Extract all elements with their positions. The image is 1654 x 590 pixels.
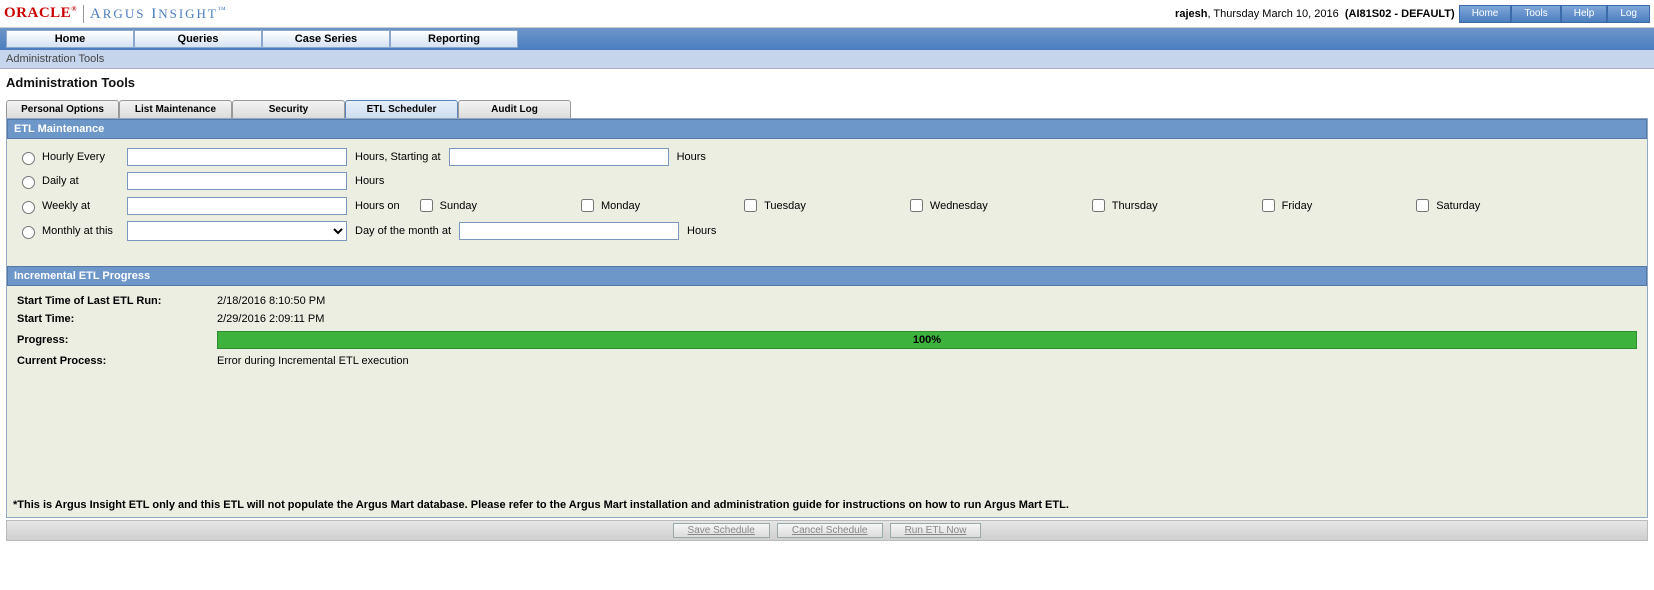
monthly-hours-input[interactable]: [459, 222, 679, 240]
top-log-button[interactable]: Log: [1607, 5, 1650, 23]
nav-queries[interactable]: Queries: [134, 30, 262, 48]
oracle-logo: ORACLE®: [4, 5, 77, 22]
run-etl-button[interactable]: Run ETL Now: [890, 523, 982, 538]
etl-note: *This is Argus Insight ETL only and this…: [13, 499, 1641, 511]
header-right: rajesh, Thursday March 10, 2016 (AI81S02…: [1175, 5, 1650, 23]
hourly-radio-label[interactable]: Hourly Every: [17, 149, 127, 165]
weekly-row: Weekly at Hours on Sunday Monday Tuesday…: [7, 193, 1647, 218]
chk-thursday[interactable]: Thursday: [1088, 196, 1158, 215]
page-title: Administration Tools: [0, 69, 1654, 100]
logo-divider: [83, 5, 84, 23]
tab-security[interactable]: Security: [232, 100, 345, 118]
monthly-radio-label[interactable]: Monthly at this: [17, 223, 127, 239]
hourly-end-label: Hours: [677, 151, 706, 163]
cancel-schedule-button[interactable]: Cancel Schedule: [777, 523, 883, 538]
etl-maint-header: ETL Maintenance: [7, 119, 1647, 139]
monthly-end-label: Hours: [687, 225, 716, 237]
monthly-day-select[interactable]: [127, 221, 347, 241]
daily-input[interactable]: [127, 172, 347, 190]
monthly-radio[interactable]: [22, 226, 35, 239]
chk-sunday[interactable]: Sunday: [416, 196, 477, 215]
start-time-value: 2/29/2016 2:09:11 PM: [217, 313, 1637, 325]
footer-bar: Save Schedule Cancel Schedule Run ETL No…: [6, 520, 1648, 541]
argus-logo: ARGUS INSIGHT™: [90, 5, 226, 23]
last-etl-label: Start Time of Last ETL Run:: [17, 295, 217, 307]
chk-friday[interactable]: Friday: [1258, 196, 1313, 215]
daily-radio[interactable]: [22, 176, 35, 189]
save-schedule-button[interactable]: Save Schedule: [673, 523, 770, 538]
etl-maint-body: Hourly Every Hours, Starting at Hours Da…: [7, 139, 1647, 252]
nav-reporting[interactable]: Reporting: [390, 30, 518, 48]
nav-case-series[interactable]: Case Series: [262, 30, 390, 48]
progress-label: Progress:: [17, 334, 217, 346]
main-nav: Home Queries Case Series Reporting: [0, 28, 1654, 50]
tab-personal-options[interactable]: Personal Options: [6, 100, 119, 118]
app-header: ORACLE® ARGUS INSIGHT™ rajesh, Thursday …: [0, 0, 1654, 28]
hourly-radio[interactable]: [22, 152, 35, 165]
chk-tuesday[interactable]: Tuesday: [740, 196, 806, 215]
daily-row: Daily at Hours: [7, 169, 1647, 193]
last-etl-value: 2/18/2016 8:10:50 PM: [217, 295, 1637, 307]
top-tools-button[interactable]: Tools: [1511, 5, 1560, 23]
weekly-input[interactable]: [127, 197, 347, 215]
tab-audit-log[interactable]: Audit Log: [458, 100, 571, 118]
monthly-row: Monthly at this Day of the month at Hour…: [7, 218, 1647, 244]
hourly-row: Hourly Every Hours, Starting at Hours: [7, 145, 1647, 169]
breadcrumb: Administration Tools: [0, 50, 1654, 69]
daily-end-label: Hours: [355, 175, 384, 187]
panel-wrap: ETL Maintenance Hourly Every Hours, Star…: [6, 118, 1648, 518]
top-home-button[interactable]: Home: [1459, 5, 1512, 23]
daily-radio-label[interactable]: Daily at: [17, 173, 127, 189]
hourly-start-input[interactable]: [449, 148, 669, 166]
incr-etl-header: Incremental ETL Progress: [7, 266, 1647, 286]
chk-saturday[interactable]: Saturday: [1412, 196, 1480, 215]
tab-etl-scheduler[interactable]: ETL Scheduler: [345, 100, 458, 118]
nav-home[interactable]: Home: [6, 30, 134, 48]
sub-tabs: Personal Options List Maintenance Securi…: [0, 100, 1654, 118]
tab-list-maintenance[interactable]: List Maintenance: [119, 100, 232, 118]
progress-value: 100%: [913, 334, 941, 346]
current-process-value: Error during Incremental ETL execution: [217, 355, 1637, 367]
weekly-days: Sunday Monday Tuesday Wednesday Thursday…: [416, 196, 1637, 215]
chk-monday[interactable]: Monday: [577, 196, 640, 215]
current-process-label: Current Process:: [17, 355, 217, 367]
weekly-end-label: Hours on: [355, 200, 400, 212]
weekly-radio[interactable]: [22, 201, 35, 214]
chk-wednesday[interactable]: Wednesday: [906, 196, 988, 215]
monthly-mid-label: Day of the month at: [355, 225, 451, 237]
user-info: rajesh, Thursday March 10, 2016 (AI81S02…: [1175, 8, 1455, 20]
hourly-mid-label: Hours, Starting at: [355, 151, 441, 163]
top-help-button[interactable]: Help: [1561, 5, 1608, 23]
hourly-every-input[interactable]: [127, 148, 347, 166]
weekly-radio-label[interactable]: Weekly at: [17, 198, 127, 214]
start-time-label: Start Time:: [17, 313, 217, 325]
incr-etl-body: Start Time of Last ETL Run: 2/18/2016 8:…: [7, 286, 1647, 374]
progress-bar: 100%: [217, 331, 1637, 349]
